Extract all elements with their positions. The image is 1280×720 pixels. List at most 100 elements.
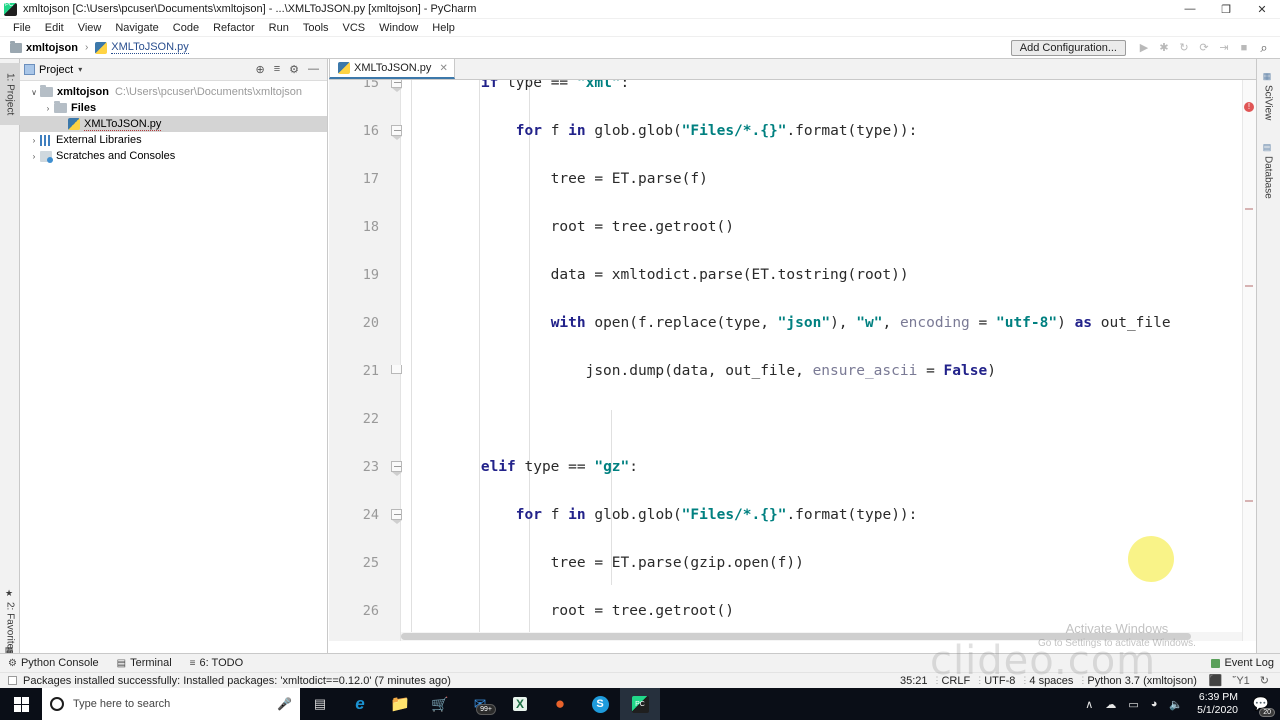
run-icon[interactable]: ▶ [1134, 39, 1154, 57]
code-line[interactable]: 25 tree = ET.parse(gzip.open(f)) [329, 551, 1256, 575]
code-text[interactable]: root = tree.getroot() [411, 215, 734, 239]
onedrive-icon[interactable]: ☁ [1099, 698, 1122, 711]
horizontal-scrollbar[interactable] [401, 632, 1242, 641]
taskbar-microsoft-store-icon[interactable]: 🛒 [420, 688, 460, 720]
taskbar-edge-icon[interactable]: e [340, 688, 380, 720]
breadcrumb-file[interactable]: XMLToJSON.py [111, 41, 189, 54]
tool-tab-terminal[interactable]: ▤ Terminal [117, 657, 172, 669]
collapse-all-icon[interactable]: ≡ [274, 63, 280, 76]
error-marker-icon[interactable]: ! [1244, 102, 1254, 112]
fold-collapse-icon[interactable] [391, 509, 403, 524]
menu-vcs[interactable]: VCS [336, 21, 373, 35]
chevron-expanded-icon[interactable]: ∨ [28, 88, 40, 97]
code-text[interactable]: data = xmltodict.parse(ET.tostring(root)… [411, 263, 909, 287]
code-line[interactable]: 16 for f in glob.glob("Files/*.{}".forma… [329, 119, 1256, 143]
taskbar-task-view-icon[interactable]: ▤ [300, 688, 340, 720]
chevron-right-icon[interactable]: › [42, 104, 54, 113]
trash-icon[interactable]: Ὕ1 [1228, 675, 1255, 687]
breadcrumb-project[interactable]: xmltojson [26, 42, 78, 54]
menu-code[interactable]: Code [166, 21, 206, 35]
volume-icon[interactable]: 🔈 [1163, 698, 1189, 711]
tree-item-xmltojson-py[interactable]: XMLToJSON.py [20, 116, 327, 132]
fold-collapse-icon[interactable] [391, 125, 403, 140]
notification-center-icon[interactable]: 💬 20 [1246, 688, 1276, 720]
tool-tab-project[interactable]: 1: Project [0, 63, 20, 125]
editor-tab-xmltojson-py[interactable]: XMLToJSON.py ✕ [329, 58, 455, 79]
search-everywhere-icon[interactable]: ⌕ [1254, 39, 1274, 57]
code-line[interactable]: 18 root = tree.getroot() [329, 215, 1256, 239]
menu-tools[interactable]: Tools [296, 21, 336, 35]
menu-view[interactable]: View [71, 21, 109, 35]
tree-item-files[interactable]: › Files [20, 100, 327, 116]
taskbar-excel-icon[interactable]: X [500, 688, 540, 720]
taskbar-search-input[interactable]: Type here to search 🎤 [42, 688, 300, 720]
code-text[interactable]: root = tree.getroot() [411, 599, 734, 623]
sync-icon[interactable]: ↻ [1255, 674, 1274, 687]
show-hidden-icons-chevron-icon[interactable]: ∧ [1079, 698, 1099, 711]
minimize-button[interactable]: — [1172, 0, 1208, 19]
close-button[interactable]: ✕ [1244, 0, 1280, 19]
code-line[interactable]: 23 elif type == "gz": [329, 455, 1256, 479]
menu-refactor[interactable]: Refactor [206, 21, 262, 35]
chevron-right-icon[interactable]: › [28, 136, 40, 145]
taskbar-mail-icon[interactable]: ✉ 99+ [460, 688, 500, 720]
wifi-icon[interactable]: ◕ [1145, 698, 1164, 710]
status-message[interactable]: Packages installed successfully: Install… [8, 675, 451, 687]
lock-icon[interactable]: ⬛ [1204, 674, 1228, 687]
menu-navigate[interactable]: Navigate [108, 21, 165, 35]
menu-help[interactable]: Help [425, 21, 462, 35]
taskbar-skype-icon[interactable]: S [580, 688, 620, 720]
microphone-icon[interactable]: 🎤 [277, 697, 292, 711]
indent-setting[interactable]: 4 spaces [1020, 675, 1080, 687]
file-encoding[interactable]: UTF-8 [975, 675, 1022, 687]
start-button[interactable] [0, 688, 42, 720]
run-coverage-icon[interactable]: ↻ [1174, 39, 1194, 57]
tree-item-xmltojson[interactable]: ∨ xmltojson C:\Users\pcuser\Documents\xm… [20, 84, 327, 100]
fold-collapse-icon[interactable] [391, 461, 403, 476]
code-text[interactable]: if type == "xml": [411, 80, 629, 95]
chevron-down-icon[interactable]: ▾ [78, 65, 82, 74]
fold-end-icon[interactable] [391, 365, 403, 377]
code-line[interactable]: 15 if type == "xml": [329, 80, 1256, 95]
taskbar-firefox-icon[interactable]: ● [540, 688, 580, 720]
code-text[interactable]: for f in glob.glob("Files/*.{}".format(t… [411, 119, 918, 143]
battery-icon[interactable]: ▭ [1122, 698, 1144, 711]
scrollbar-thumb[interactable] [401, 633, 1191, 640]
menu-file[interactable]: File [6, 21, 38, 35]
code-line[interactable]: 21 json.dump(data, out_file, ensure_asci… [329, 359, 1256, 383]
tool-tab-sciview[interactable]: ▦ SciView [1256, 65, 1280, 127]
code-line[interactable]: 24 for f in glob.glob("Files/*.{}".forma… [329, 503, 1256, 527]
chevron-right-icon[interactable]: › [28, 152, 40, 161]
menu-run[interactable]: Run [262, 21, 296, 35]
hide-panel-icon[interactable]: — [308, 63, 319, 76]
run-to-cursor-icon[interactable]: ⇥ [1214, 39, 1234, 57]
code-text[interactable]: tree = ET.parse(gzip.open(f)) [411, 551, 804, 575]
taskbar-file-explorer-icon[interactable]: 📁 [380, 688, 420, 720]
tool-tab-todo[interactable]: ≡ 6: TODO [190, 657, 243, 669]
tool-tab-database[interactable]: ▤ Database [1256, 137, 1280, 205]
code-line[interactable]: 22 [329, 407, 1256, 431]
editor-marker-rail[interactable]: ! [1242, 80, 1256, 641]
python-interpreter[interactable]: Python 3.7 (xmltojson) [1078, 675, 1203, 687]
code-line[interactable]: 20 with open(f.replace(type, "json"), "w… [329, 311, 1256, 335]
caret-position[interactable]: 35:21 [893, 675, 935, 687]
locate-file-icon[interactable]: ⊕ [255, 63, 264, 76]
code-lines[interactable]: 15 if type == "xml": 16 for f in glob.glo… [329, 80, 1256, 619]
code-line[interactable]: 26 root = tree.getroot() [329, 599, 1256, 623]
code-text[interactable]: tree = ET.parse(f) [411, 167, 708, 191]
code-line[interactable]: 19 data = xmltodict.parse(ET.tostring(ro… [329, 263, 1256, 287]
menu-window[interactable]: Window [372, 21, 425, 35]
close-icon[interactable]: ✕ [439, 63, 447, 74]
fold-collapse-icon[interactable] [391, 80, 403, 92]
taskbar-clock[interactable]: 6:39 PM 5/1/2020 [1189, 691, 1246, 717]
code-text[interactable]: with open(f.replace(type, "json"), "w", … [411, 311, 1171, 335]
code-text[interactable]: for f in glob.glob("Files/*.{}".format(t… [411, 503, 918, 527]
maximize-button[interactable]: ❐ [1208, 0, 1244, 19]
menu-edit[interactable]: Edit [38, 21, 71, 35]
code-line[interactable]: 17 tree = ET.parse(f) [329, 167, 1256, 191]
add-configuration-button[interactable]: Add Configuration... [1010, 39, 1126, 56]
tree-item-external-libraries[interactable]: › External Libraries [20, 132, 327, 148]
code-text[interactable]: json.dump(data, out_file, ensure_ascii =… [411, 359, 996, 383]
profile-icon[interactable]: ⟳ [1194, 39, 1214, 57]
stop-icon[interactable]: ■ [1234, 39, 1254, 57]
